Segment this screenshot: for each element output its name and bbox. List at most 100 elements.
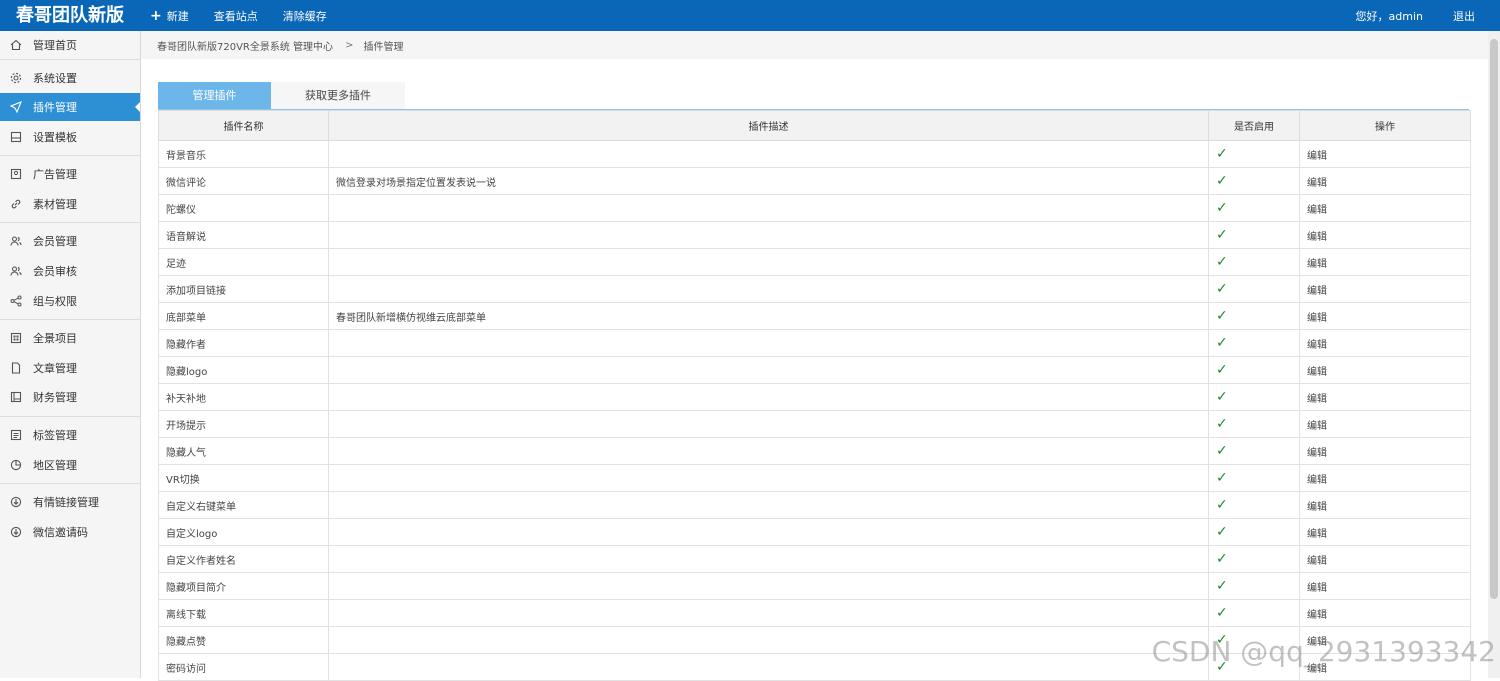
plugin-enabled-cell: ✓	[1208, 464, 1300, 492]
plugin-name-cell: 微信评论	[158, 167, 329, 195]
plugin-actions-cell: 编辑	[1299, 383, 1471, 411]
edit-link[interactable]: 编辑	[1307, 340, 1327, 351]
edit-link[interactable]: 编辑	[1307, 151, 1327, 162]
plugin-description-cell	[328, 545, 1209, 573]
sidebar-item-materials[interactable]: 素材管理	[0, 190, 140, 218]
edit-link[interactable]: 编辑	[1307, 367, 1327, 378]
plugin-description-cell	[328, 572, 1209, 600]
breadcrumb-root[interactable]: 春哥团队新版720VR全景系统 管理中心	[157, 38, 333, 53]
sidebar-item-member-review[interactable]: 会员审核	[0, 257, 140, 285]
sidebar-item-finance[interactable]: 财务管理	[0, 383, 140, 411]
edit-link[interactable]: 编辑	[1307, 259, 1327, 270]
sidebar-item-home[interactable]: 管理首页	[0, 31, 140, 59]
edit-link[interactable]: 编辑	[1307, 313, 1327, 324]
sidebar-divider	[0, 59, 140, 60]
checkmark-icon[interactable]: ✓	[1216, 254, 1228, 270]
edit-link[interactable]: 编辑	[1307, 394, 1327, 405]
sidebar-item-system-settings[interactable]: 系统设置	[0, 64, 140, 92]
edit-link[interactable]: 编辑	[1307, 583, 1327, 594]
checkmark-icon[interactable]: ✓	[1216, 605, 1228, 621]
scrollbar[interactable]	[1488, 31, 1500, 678]
tab-manage-plugins[interactable]: 管理插件	[158, 82, 271, 110]
sidebar-item-label: 文章管理	[33, 362, 77, 375]
plugin-actions-cell: 编辑	[1299, 545, 1471, 573]
plugin-enabled-cell: ✓	[1208, 329, 1300, 357]
checkmark-icon[interactable]: ✓	[1216, 281, 1228, 297]
checkmark-icon[interactable]: ✓	[1216, 497, 1228, 513]
plugin-name-cell: 背景音乐	[158, 140, 329, 168]
edit-link[interactable]: 编辑	[1307, 205, 1327, 216]
grid-icon	[9, 331, 23, 345]
plugin-name-cell: 隐藏作者	[158, 329, 329, 357]
edit-link[interactable]: 编辑	[1307, 448, 1327, 459]
plugin-enabled-cell: ✓	[1208, 518, 1300, 546]
edit-link[interactable]: 编辑	[1307, 502, 1327, 513]
plugin-enabled-cell: ✓	[1208, 167, 1300, 195]
sidebar-item-articles[interactable]: 文章管理	[0, 354, 140, 382]
checkmark-icon[interactable]: ✓	[1216, 470, 1228, 486]
plugin-enabled-cell: ✓	[1208, 599, 1300, 627]
plugin-name-cell: 自定义右键菜单	[158, 491, 329, 519]
edit-link[interactable]: 编辑	[1307, 475, 1327, 486]
sidebar-item-groups[interactable]: 组与权限	[0, 287, 140, 315]
sidebar-divider	[0, 416, 140, 417]
sidebar-item-regions[interactable]: 地区管理	[0, 451, 140, 479]
plugin-name-cell: 离线下载	[158, 599, 329, 627]
edit-link[interactable]: 编辑	[1307, 556, 1327, 567]
checkmark-icon[interactable]: ✓	[1216, 578, 1228, 594]
sidebar-item-templates[interactable]: 设置模板	[0, 123, 140, 151]
view-site-link[interactable]: 查看站点	[214, 8, 258, 24]
sidebar-item-label: 管理首页	[33, 39, 77, 52]
edit-link[interactable]: 编辑	[1307, 421, 1327, 432]
sidebar-item-panorama[interactable]: 全景项目	[0, 324, 140, 352]
scrollbar-thumb[interactable]	[1490, 39, 1498, 599]
plugin-enabled-cell: ✓	[1208, 545, 1300, 573]
document-icon	[9, 361, 23, 375]
sidebar-item-plugins[interactable]: 插件管理	[0, 93, 140, 121]
clear-cache-link[interactable]: 清除缓存	[283, 8, 327, 24]
checkmark-icon[interactable]: ✓	[1216, 227, 1228, 243]
tab-more-plugins[interactable]: 获取更多插件	[271, 82, 405, 110]
sidebar-item-friend-links[interactable]: 有情链接管理	[0, 488, 140, 516]
edit-link[interactable]: 编辑	[1307, 610, 1327, 621]
checkmark-icon[interactable]: ✓	[1216, 146, 1228, 162]
sidebar-item-members[interactable]: 会员管理	[0, 227, 140, 255]
users-icon	[9, 234, 23, 248]
user-area: 您好，admin 退出	[1356, 0, 1475, 31]
checkmark-icon[interactable]: ✓	[1216, 308, 1228, 324]
checkmark-icon[interactable]: ✓	[1216, 443, 1228, 459]
sidebar-divider	[0, 319, 140, 320]
sidebar-item-wechat-invite[interactable]: 微信邀请码	[0, 518, 140, 546]
sidebar-item-ads[interactable]: 广告管理	[0, 160, 140, 188]
edit-link[interactable]: 编辑	[1307, 286, 1327, 297]
plugin-name-cell: 开场提示	[158, 410, 329, 438]
checkmark-icon[interactable]: ✓	[1216, 362, 1228, 378]
checkmark-icon[interactable]: ✓	[1216, 551, 1228, 567]
app-title: 春哥团队新版	[16, 5, 124, 26]
plugin-description-cell	[328, 383, 1209, 411]
checkmark-icon[interactable]: ✓	[1216, 173, 1228, 189]
checkmark-icon[interactable]: ✓	[1216, 416, 1228, 432]
plugin-enabled-cell: ✓	[1208, 410, 1300, 438]
plugin-table: 插件名称 插件描述 是否启用 操作 背景音乐 ✓ 编辑 微信评论 微信登录对场景指定位置…	[158, 110, 1471, 681]
table-row: 陀螺仪 ✓ 编辑	[158, 194, 1471, 222]
logout-link[interactable]: 退出	[1453, 8, 1475, 24]
plugin-name-cell: 隐藏项目简介	[158, 572, 329, 600]
checkmark-icon[interactable]: ✓	[1216, 200, 1228, 216]
checkmark-icon[interactable]: ✓	[1216, 389, 1228, 405]
edit-link[interactable]: 编辑	[1307, 529, 1327, 540]
plugin-actions-cell: 编辑	[1299, 140, 1471, 168]
plugin-actions-cell: 编辑	[1299, 464, 1471, 492]
sidebar-item-label: 标签管理	[33, 429, 77, 442]
edit-link[interactable]: 编辑	[1307, 232, 1327, 243]
sidebar-item-label: 系统设置	[33, 72, 77, 85]
template-icon	[9, 130, 23, 144]
plugin-actions-cell: 编辑	[1299, 572, 1471, 600]
sidebar-item-label: 广告管理	[33, 168, 77, 181]
new-button[interactable]: + 新建	[150, 8, 189, 24]
edit-link[interactable]: 编辑	[1307, 178, 1327, 189]
sidebar-item-tags[interactable]: 标签管理	[0, 421, 140, 449]
plugin-description-cell	[328, 437, 1209, 465]
checkmark-icon[interactable]: ✓	[1216, 335, 1228, 351]
checkmark-icon[interactable]: ✓	[1216, 524, 1228, 540]
